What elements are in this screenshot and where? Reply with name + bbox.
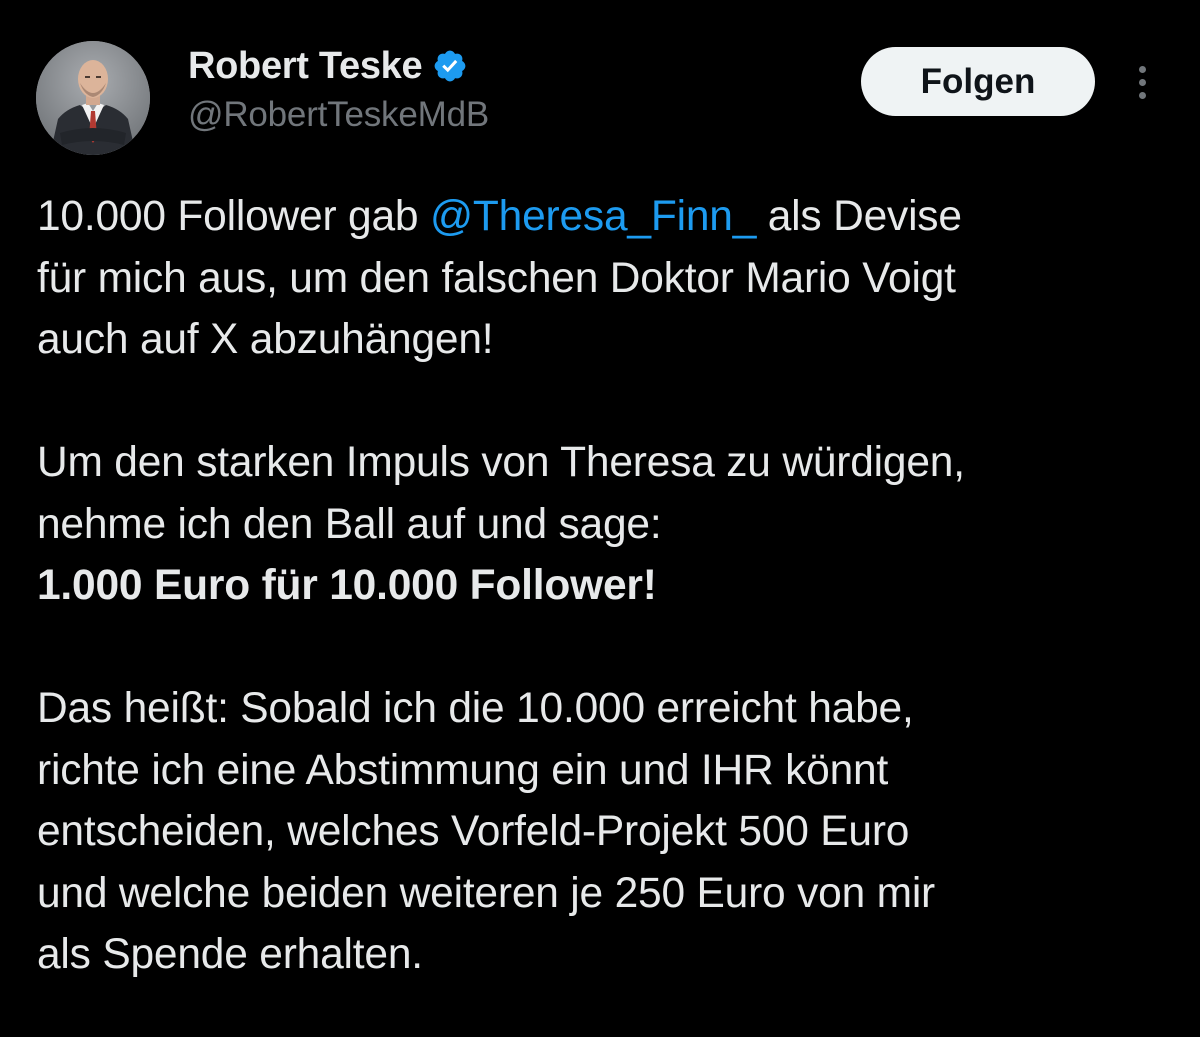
tweet-line: Das heißt: Sobald ich die 10.000 erreich… (37, 685, 914, 732)
tweet-paragraph: 10.000 Follower gab @Theresa_Finn_ als D… (37, 186, 1177, 371)
more-dot (1138, 91, 1146, 99)
tweet-paragraph: Das heißt: Sobald ich die 10.000 erreich… (37, 678, 1177, 986)
tweet-line-bold: 1.000 Euro für 10.000 Follower! (37, 562, 657, 609)
tweet-paragraph: Um den starken Impuls von Theresa zu wür… (37, 432, 1177, 617)
follow-button[interactable]: Folgen (861, 47, 1095, 116)
more-dot (1138, 78, 1146, 86)
tweet-line: nehme ich den Ball auf und sage: (37, 500, 662, 548)
tweet-line: 10.000 Follower gab @Theresa_Finn_ als D… (37, 186, 1177, 248)
verified-badge-icon[interactable] (432, 48, 468, 84)
author-name-row[interactable]: Robert Teske (188, 44, 468, 88)
mention-link[interactable]: @Theresa_Finn_ (430, 193, 756, 240)
tweet-line: richte ich eine Abstimmung ein und IHR k… (37, 746, 889, 794)
text-segment: als Devise (756, 193, 962, 240)
tweet-card: Robert Teske @RobertTeskeMdB Folgen 10.0… (0, 0, 1200, 1037)
more-vertical-icon[interactable] (1122, 60, 1162, 104)
tweet-line: und welche beiden weiteren je 250 Euro v… (37, 869, 936, 917)
tweet-line: Um den starken Impuls von Theresa zu wür… (37, 439, 965, 486)
more-dot (1138, 65, 1146, 73)
tweet-line: entscheiden, welches Vorfeld-Projekt 500… (37, 808, 910, 855)
tweet-line: für mich aus, um den falschen Doktor Mar… (37, 254, 956, 302)
tweet-line: auch auf X abzuhängen! (37, 316, 494, 363)
tweet-line: als Spende erhalten. (37, 931, 423, 978)
text-segment: 10.000 Follower gab (37, 193, 430, 240)
avatar[interactable] (36, 41, 150, 155)
avatar-image (36, 41, 150, 155)
tweet-text: 10.000 Follower gab @Theresa_Finn_ als D… (37, 186, 1177, 986)
author-display-name[interactable]: Robert Teske (188, 45, 423, 88)
author-handle[interactable]: @RobertTeskeMdB (188, 95, 489, 135)
